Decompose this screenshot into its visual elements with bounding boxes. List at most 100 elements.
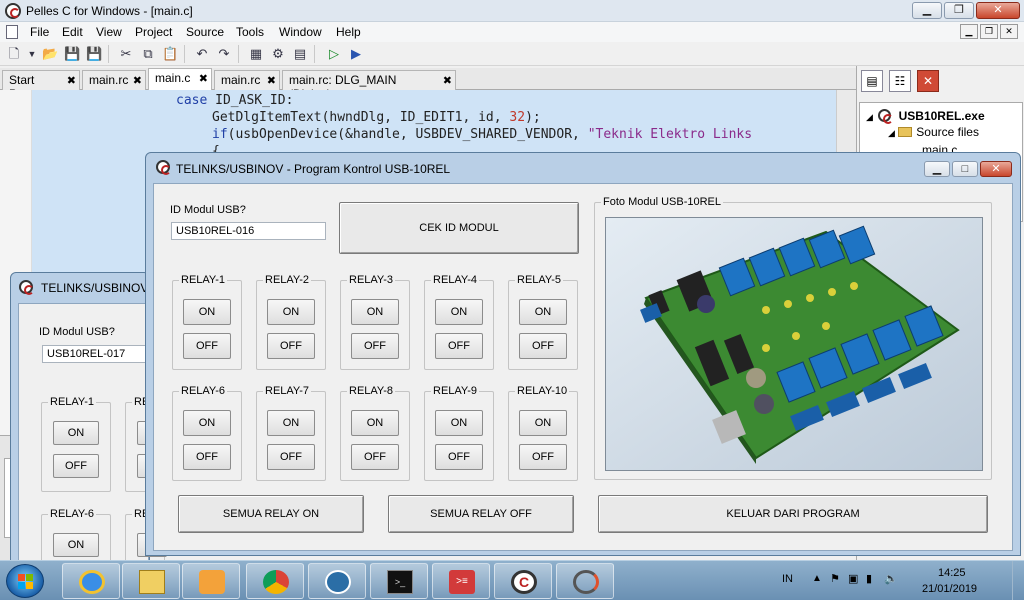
relay-9-group: RELAY-9 ON OFF	[424, 385, 494, 481]
debug-icon[interactable]: ▶	[348, 46, 364, 62]
all-relays-on-button[interactable]: SEMUA RELAY ON	[178, 495, 364, 533]
taskbar-app-search-tool[interactable]	[556, 563, 614, 599]
relay-on-button[interactable]: ON	[53, 421, 99, 445]
tab-start-page[interactable]: Start Page ✖	[2, 70, 80, 101]
exit-program-button[interactable]: KELUAR DARI PROGRAM	[598, 495, 988, 533]
network-icon[interactable]: ▮	[866, 572, 872, 585]
action-center-icon[interactable]: ⚑	[830, 572, 840, 585]
show-desktop-button[interactable]	[1012, 561, 1024, 600]
minimize-button[interactable]: ▁	[924, 161, 950, 177]
start-button[interactable]	[6, 564, 44, 598]
language-indicator[interactable]: IN	[782, 573, 793, 585]
volume-icon[interactable]: 🔈	[884, 572, 898, 585]
relay-9-off-button[interactable]: OFF	[435, 444, 483, 470]
taskbar-app-ie[interactable]	[62, 563, 120, 599]
close-icon[interactable]: ✖	[267, 74, 276, 87]
close-icon[interactable]: ✖	[67, 74, 76, 87]
relay-on-button[interactable]: ON	[53, 533, 99, 557]
relay-label: RELAY-9	[431, 385, 480, 397]
menu-window[interactable]: Window	[279, 25, 322, 39]
clock-time[interactable]: 14:25	[938, 567, 966, 579]
close-button[interactable]: ✕	[976, 2, 1020, 19]
taskbar-app-pelles-c[interactable]: C	[494, 563, 552, 599]
relay-4-on-button[interactable]: ON	[435, 299, 483, 325]
relay-3-on-button[interactable]: ON	[351, 299, 399, 325]
mdi-minimize-button[interactable]: ▁	[960, 24, 978, 39]
dropdown-arrow-icon[interactable]: ▼	[24, 46, 40, 62]
open-folder-icon[interactable]: 📂	[42, 46, 58, 62]
check-id-button[interactable]: CEK ID MODUL	[339, 202, 579, 254]
close-icon[interactable]: ✖	[133, 74, 142, 87]
relay-6-off-button[interactable]: OFF	[183, 444, 231, 470]
relay-7-on-button[interactable]: ON	[267, 410, 315, 436]
run-icon[interactable]: ▷	[326, 46, 342, 62]
relay-1-on-button[interactable]: ON	[183, 299, 231, 325]
paste-icon[interactable]: 📋	[162, 46, 178, 62]
close-icon[interactable]: ✖	[199, 72, 208, 85]
relay-3-group: RELAY-3 ON OFF	[340, 274, 410, 370]
relay-5-on-button[interactable]: ON	[519, 299, 567, 325]
taskbar-app-power[interactable]	[308, 563, 366, 599]
relay-9-on-button[interactable]: ON	[435, 410, 483, 436]
maximize-button[interactable]: □	[952, 161, 978, 177]
relay-10-off-button[interactable]: OFF	[519, 444, 567, 470]
taskbar-app-chrome[interactable]	[246, 563, 304, 599]
resource-icon[interactable]: ▤	[292, 46, 308, 62]
taskbar-app-explorer[interactable]	[122, 563, 180, 599]
menu-project[interactable]: Project	[135, 25, 172, 39]
id-input[interactable]: USB10REL-017	[42, 345, 162, 363]
tab-main-rc[interactable]: main.rc ✖	[82, 70, 146, 90]
cut-icon[interactable]: ✂	[118, 46, 134, 62]
show-hidden-icons-icon[interactable]: ▲	[812, 573, 822, 584]
relay-4-off-button[interactable]: OFF	[435, 333, 483, 359]
tree-root[interactable]: ◢ USB10REL.exe	[866, 107, 985, 124]
relay-8-on-button[interactable]: ON	[351, 410, 399, 436]
taskbar-app-console[interactable]: >_	[370, 563, 428, 599]
save-icon[interactable]: 💾	[64, 46, 80, 62]
collapse-icon[interactable]: ◢	[888, 128, 895, 138]
save-all-icon[interactable]: 💾	[86, 46, 102, 62]
device-icon[interactable]: ▣	[848, 572, 858, 585]
relay-3-off-button[interactable]: OFF	[351, 333, 399, 359]
undo-icon[interactable]: ↶	[194, 46, 210, 62]
clock-date[interactable]: 21/01/2019	[922, 583, 977, 595]
menu-edit[interactable]: Edit	[62, 25, 83, 39]
relay-2-on-button[interactable]: ON	[267, 299, 315, 325]
id-input[interactable]: USB10REL-016	[171, 222, 326, 240]
new-file-icon[interactable]: 🗋	[6, 46, 22, 62]
relay-7-off-button[interactable]: OFF	[267, 444, 315, 470]
compile-icon[interactable]: ⚙	[270, 46, 286, 62]
relay-10-on-button[interactable]: ON	[519, 410, 567, 436]
tab-dlg-main[interactable]: main.rc: DLG_MAIN (Dialog) ✖	[282, 70, 456, 101]
all-relays-off-button[interactable]: SEMUA RELAY OFF	[388, 495, 574, 533]
menu-view[interactable]: View	[96, 25, 122, 39]
relay-6-on-button[interactable]: ON	[183, 410, 231, 436]
relay-off-button[interactable]: OFF	[53, 454, 99, 478]
relay-8-off-button[interactable]: OFF	[351, 444, 399, 470]
close-project-icon[interactable]: ✕	[917, 70, 939, 92]
mdi-restore-button[interactable]: ❐	[980, 24, 998, 39]
project-view-icon[interactable]: ▤	[861, 70, 883, 92]
relay-5-off-button[interactable]: OFF	[519, 333, 567, 359]
redo-icon[interactable]: ↷	[216, 46, 232, 62]
taskbar-app-media[interactable]	[182, 563, 240, 599]
menu-file[interactable]: File	[30, 25, 49, 39]
mdi-close-button[interactable]: ✕	[1000, 24, 1018, 39]
menu-source[interactable]: Source	[186, 25, 224, 39]
menu-tools[interactable]: Tools	[236, 25, 264, 39]
relay-2-off-button[interactable]: OFF	[267, 333, 315, 359]
relay-1-off-button[interactable]: OFF	[183, 333, 231, 359]
restore-button[interactable]: ❐	[944, 2, 974, 19]
close-button[interactable]: ✕	[980, 161, 1012, 177]
minimize-button[interactable]: ▁	[912, 2, 942, 19]
close-icon[interactable]: ✖	[443, 74, 452, 87]
build-icon[interactable]: ▦	[248, 46, 264, 62]
properties-icon[interactable]: ☷	[889, 70, 911, 92]
tab-main-rc-2[interactable]: main.rc ✖	[214, 70, 280, 90]
taskbar-app-terminal[interactable]: >≡	[432, 563, 490, 599]
menu-help[interactable]: Help	[336, 25, 361, 39]
collapse-icon[interactable]: ◢	[866, 112, 873, 122]
tree-folder[interactable]: ◢ Source files	[888, 125, 979, 139]
tab-main-c[interactable]: main.c ✖	[148, 68, 212, 90]
copy-icon[interactable]: ⧉	[140, 46, 156, 62]
